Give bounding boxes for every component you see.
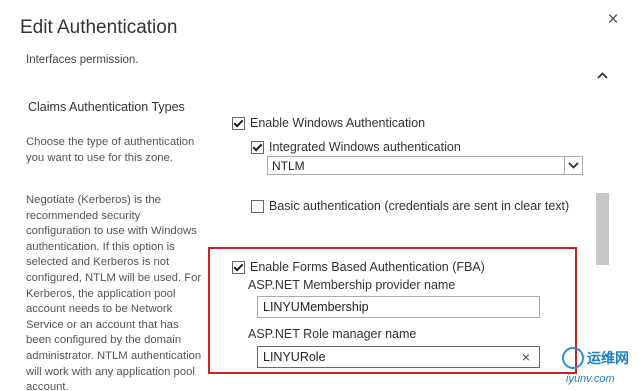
close-icon[interactable]: × xyxy=(604,9,622,31)
windows-auth-label: Enable Windows Authentication xyxy=(250,116,426,130)
integrated-mode-value: NTLM xyxy=(272,159,305,173)
dialog-content: Interfaces permission. Claims Authentica… xyxy=(0,45,594,391)
integrated-windows-option[interactable]: Integrated Windows authentication xyxy=(251,140,461,154)
watermark-url: iyunv.com xyxy=(566,373,615,385)
section-heading: Claims Authentication Types xyxy=(28,100,185,114)
windows-auth-option[interactable]: Enable Windows Authentication xyxy=(232,116,425,130)
role-manager-input[interactable] xyxy=(257,346,540,368)
intro-text: Interfaces permission. xyxy=(26,54,139,66)
watermark: 运维网 iyunv.com xyxy=(562,345,634,389)
fba-checkbox[interactable] xyxy=(232,260,245,274)
scrollbar-thumb[interactable] xyxy=(596,193,609,265)
basic-auth-checkbox[interactable] xyxy=(251,199,264,213)
integrated-windows-label: Integrated Windows authentication xyxy=(269,140,461,154)
fba-option[interactable]: Enable Forms Based Authentication (FBA) xyxy=(232,260,485,274)
basic-auth-option[interactable]: Basic authentication (credentials are se… xyxy=(251,199,569,213)
description-kerberos: Negotiate (Kerberos) is the recommended … xyxy=(26,194,202,391)
integrated-windows-checkbox[interactable] xyxy=(251,140,264,154)
membership-provider-label: ASP.NET Membership provider name xyxy=(248,278,456,292)
role-manager-label: ASP.NET Role manager name xyxy=(248,327,417,341)
watermark-logo-icon xyxy=(562,347,584,369)
watermark-brand: 运维网 xyxy=(587,350,629,366)
windows-auth-checkbox[interactable] xyxy=(232,116,245,130)
description-zone: Choose the type of authentication you wa… xyxy=(26,136,195,164)
membership-provider-input[interactable] xyxy=(257,296,540,318)
chevron-down-icon[interactable] xyxy=(564,157,582,174)
basic-auth-label: Basic authentication (credentials are se… xyxy=(269,199,570,213)
scrollbar[interactable] xyxy=(594,63,611,391)
chevron-up-icon[interactable] xyxy=(594,67,611,84)
fba-label: Enable Forms Based Authentication (FBA) xyxy=(250,260,485,274)
dialog-title: Edit Authentication xyxy=(20,17,178,38)
integrated-mode-select[interactable]: NTLM xyxy=(267,156,583,175)
clear-icon[interactable]: × xyxy=(519,349,533,365)
